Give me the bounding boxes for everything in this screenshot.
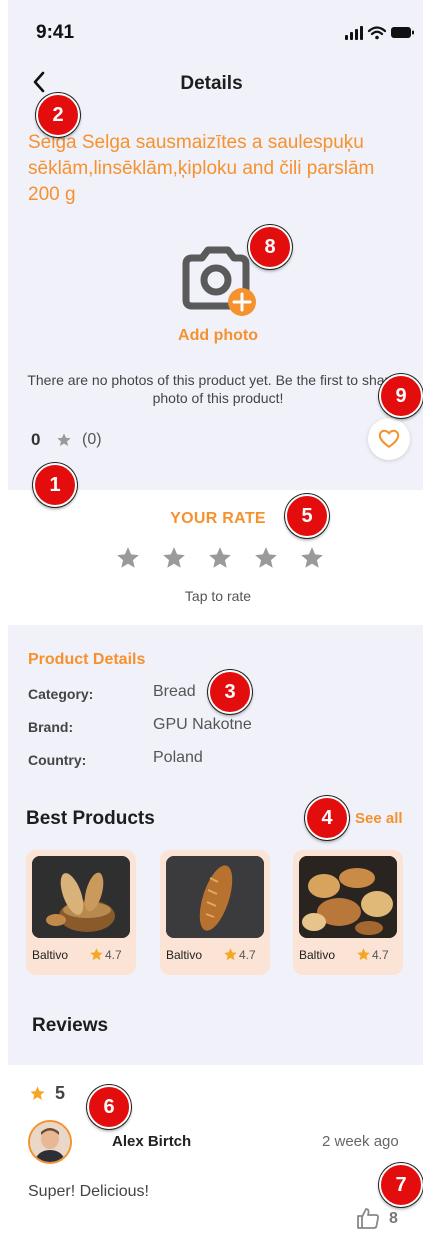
battery-icon — [391, 27, 414, 38]
review-text: Super! Delicious! — [28, 1183, 149, 1200]
marker-9: 9 — [379, 374, 423, 418]
marker-3: 3 — [208, 670, 252, 714]
product-rating: 4.7 — [105, 948, 122, 962]
status-time: 9:41 — [36, 22, 75, 43]
bread-basket-photo — [32, 856, 130, 938]
your-rate-heading: YOUR RATE — [170, 510, 266, 527]
rate-stars[interactable] — [115, 545, 325, 571]
marker-2: 2 — [36, 93, 80, 137]
star-icon — [90, 948, 103, 961]
reviewer-name: Alex Birtch — [112, 1133, 192, 1150]
category-value: Bread — [153, 683, 196, 700]
marker-4: 4 — [305, 796, 349, 840]
status-icons — [345, 26, 414, 40]
star-icon — [57, 433, 71, 446]
marker-8: 8 — [248, 225, 292, 269]
country-value: Poland — [153, 749, 203, 766]
tap-to-rate-hint: Tap to rate — [184, 588, 252, 604]
details-screen: 9:41 Details Selga Selga sausmaizītes a … — [0, 0, 423, 1243]
product-brand: Baltivo — [32, 948, 69, 962]
product-title: Selga Selga sausmaizītes a saulespuķu sē… — [28, 132, 375, 205]
review-score: 5 — [55, 1083, 66, 1103]
review-date: 2 week ago — [322, 1133, 399, 1150]
no-photos-message: There are no photos of this product yet.… — [27, 372, 409, 406]
heart-icon — [378, 429, 400, 448]
rate-star-5-icon[interactable] — [299, 545, 325, 571]
product-card[interactable]: Baltivo 4.7 — [160, 850, 270, 975]
see-all-link[interactable]: See all — [355, 810, 403, 827]
page-title: Details — [180, 73, 243, 94]
star-icon — [224, 948, 237, 961]
best-products-heading: Best Products — [26, 808, 155, 829]
marker-1: 1 — [33, 463, 77, 507]
add-photo-button[interactable]: Add photo — [0, 327, 423, 345]
thumbs-up-icon[interactable] — [355, 1205, 381, 1231]
product-rating: 4.7 — [372, 948, 389, 962]
camera-add-icon[interactable] — [178, 240, 258, 320]
rate-star-1-icon[interactable] — [115, 545, 141, 571]
product-rating: 4.7 — [239, 948, 256, 962]
favorite-button[interactable] — [368, 418, 410, 460]
product-details-heading: Product Details — [28, 651, 146, 668]
rate-star-4-icon[interactable] — [253, 545, 279, 571]
avatar — [28, 1120, 72, 1164]
category-label: Category: — [28, 686, 94, 702]
brand-label: Brand: — [28, 719, 74, 735]
country-label: Country: — [28, 752, 87, 768]
reviews-heading: Reviews — [32, 1015, 109, 1036]
marker-6: 6 — [87, 1085, 131, 1129]
marker-5: 5 — [285, 494, 329, 538]
product-card[interactable]: Baltivo 4.7 — [26, 850, 136, 975]
like-count: 8 — [389, 1210, 398, 1227]
rate-star-3-icon[interactable] — [207, 545, 233, 571]
brand-value: GPU Nakotne — [153, 716, 252, 733]
signal-icon — [345, 26, 363, 40]
rate-star-2-icon[interactable] — [161, 545, 187, 571]
rating-value: 0 — [31, 430, 41, 449]
star-icon — [30, 1086, 45, 1100]
baguette-photo — [166, 856, 264, 938]
wifi-icon — [367, 26, 387, 40]
product-card[interactable]: Baltivo 4.7 — [293, 850, 403, 975]
product-brand: Baltivo — [299, 948, 336, 962]
rating-count: (0) — [82, 431, 102, 448]
bread-assortment-photo — [299, 856, 397, 938]
star-icon — [357, 948, 370, 961]
marker-7: 7 — [379, 1163, 423, 1207]
product-brand: Baltivo — [166, 948, 203, 962]
